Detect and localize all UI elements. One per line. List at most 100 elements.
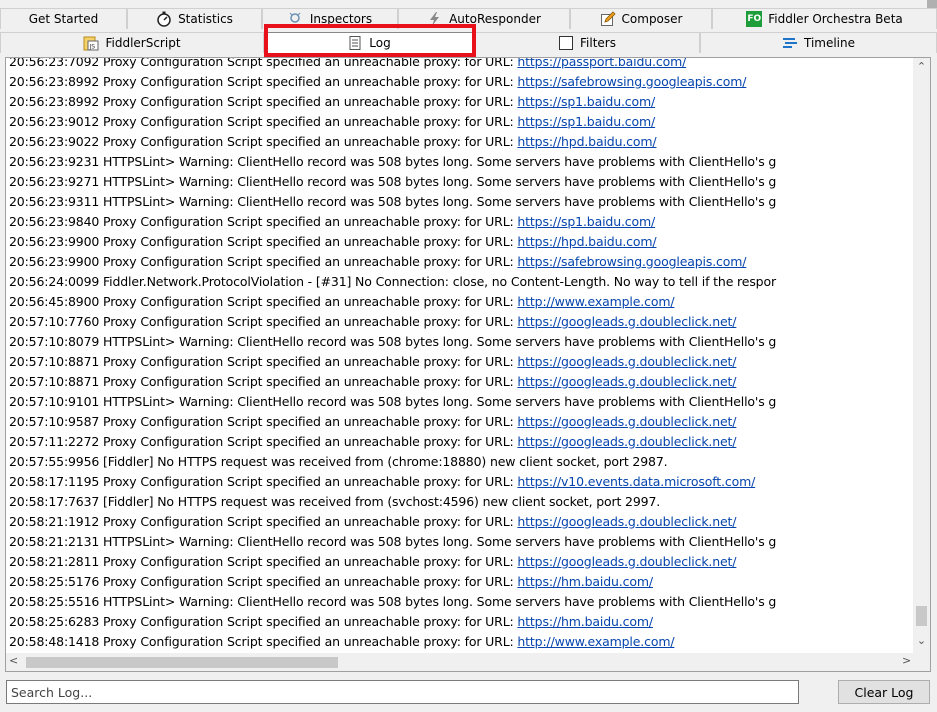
log-line-text: 20:57:10:8079 HTTPSLint> Warning: Client… [9,334,777,349]
tab-fiddler-orchestra[interactable]: FO Fiddler Orchestra Beta [712,8,937,29]
tab-label: Fiddler Orchestra Beta [768,12,903,26]
tab-label: Statistics [178,12,233,26]
log-line: 20:57:10:7760 Proxy Configuration Script… [9,312,909,332]
window-corner [927,0,937,8]
log-line: 20:56:23:9271 HTTPSLint> Warning: Client… [9,172,909,192]
tab-get-started[interactable]: Get Started [0,8,127,29]
tab-label: Log [369,36,391,50]
fo-icon: FO [746,11,763,27]
log-line: 20:56:23:9012 Proxy Configuration Script… [9,112,909,132]
log-line: 20:57:11:2272 Proxy Configuration Script… [9,432,909,452]
tab-label: Filters [580,36,616,50]
tab-label: FiddlerScript [105,36,181,50]
log-line-url[interactable]: https://sp1.baidu.com/ [517,94,655,109]
tab-timeline[interactable]: Timeline [700,32,937,53]
log-line-text: 20:56:23:9012 Proxy Configuration Script… [9,114,518,129]
scroll-down-icon[interactable]: ⌄ [913,634,930,651]
log-line: 20:56:45:8900 Proxy Configuration Script… [9,292,909,312]
log-line-text: 20:56:23:9900 Proxy Configuration Script… [9,234,518,249]
tab-row-secondary: JS FiddlerScript Log Filters Timeline [0,32,937,54]
tab-composer[interactable]: Composer [570,8,712,29]
log-line-text: 20:58:17:7637 [Fiddler] No HTTPS request… [9,494,661,509]
vertical-scrollbar[interactable]: ⌃ ⌄ [913,58,930,653]
log-line-url[interactable]: https://passport.baidu.com/ [517,58,686,69]
log-line-url[interactable]: https://googleads.g.doubleclick.net/ [517,554,736,569]
log-line: 20:57:10:9101 HTTPSLint> Warning: Client… [9,392,909,412]
tab-label: Inspectors [309,12,373,26]
scroll-right-icon[interactable]: > [902,654,916,670]
log-line-url[interactable]: http://www.example.com/ [517,294,674,309]
horizontal-scrollbar[interactable]: < > [6,653,930,671]
log-line-url[interactable]: https://safebrowsing.googleapis.com/ [517,74,746,89]
tab-label: Timeline [803,36,856,50]
clear-log-button[interactable]: Clear Log [838,680,930,704]
log-line: 20:56:23:8992 Proxy Configuration Script… [9,92,909,112]
log-line-text: 20:58:48:1418 Proxy Configuration Script… [9,634,518,649]
tab-autoresponder[interactable]: AutoResponder [398,8,570,29]
tab-filters[interactable]: Filters [474,32,700,53]
log-line-url[interactable]: https://googleads.g.doubleclick.net/ [517,514,736,529]
log-line-text: 20:56:23:7092 Proxy Configuration Script… [9,57,518,69]
log-line-text: 20:58:17:1195 Proxy Configuration Script… [9,474,518,489]
scroll-up-icon[interactable]: ⌃ [913,60,930,77]
tab-row-primary: Get Started Statistics Inspectors AutoRe… [0,8,937,30]
inspectors-icon [288,11,304,27]
log-line-text: 20:57:10:9587 Proxy Configuration Script… [9,414,518,429]
log-line-url[interactable]: https://hpd.baidu.com/ [517,234,656,249]
checkbox-icon [558,35,574,51]
search-log-input[interactable] [6,680,799,704]
log-line: 20:56:23:8992 Proxy Configuration Script… [9,72,909,92]
timeline-icon [782,35,798,51]
stopwatch-icon [156,11,172,27]
log-line-url[interactable]: https://hm.baidu.com/ [517,614,653,629]
log-line-text: 20:56:23:8992 Proxy Configuration Script… [9,74,518,89]
log-line-url[interactable]: https://googleads.g.doubleclick.net/ [517,354,736,369]
tab-inspectors[interactable]: Inspectors [262,8,398,29]
log-line-text: 20:56:23:9271 HTTPSLint> Warning: Client… [9,174,777,189]
log-line: 20:56:23:9022 Proxy Configuration Script… [9,132,909,152]
tab-log[interactable]: Log [264,32,474,53]
log-line: 20:58:17:1195 Proxy Configuration Script… [9,472,909,492]
log-line-text: 20:56:23:9311 HTTPSLint> Warning: Client… [9,194,777,209]
tab-fiddlerscript[interactable]: JS FiddlerScript [0,32,264,53]
log-line: 20:56:23:7092 Proxy Configuration Script… [9,57,909,72]
log-line-url[interactable]: https://hpd.baidu.com/ [517,134,656,149]
tab-label: Get Started [28,12,99,26]
log-line-text: 20:56:23:9231 HTTPSLint> Warning: Client… [9,154,777,169]
log-textarea[interactable]: 20:56:23:7092 Proxy Configuration Script… [5,57,931,672]
tab-statistics[interactable]: Statistics [127,8,262,29]
scroll-left-icon[interactable]: < [9,654,23,670]
log-line: 20:58:48:1418 Proxy Configuration Script… [9,632,909,652]
log-line: 20:56:23:9231 HTTPSLint> Warning: Client… [9,152,909,172]
log-line-text: 20:56:23:9022 Proxy Configuration Script… [9,134,518,149]
log-line-url[interactable]: https://googleads.g.doubleclick.net/ [517,414,736,429]
log-line-url[interactable]: https://v10.events.data.microsoft.com/ [517,474,755,489]
log-line-url[interactable]: https://googleads.g.doubleclick.net/ [517,434,736,449]
log-line-url[interactable]: https://googleads.g.doubleclick.net/ [517,314,736,329]
lightning-icon [427,11,443,27]
log-line-text: 20:58:21:1912 Proxy Configuration Script… [9,514,518,529]
log-line-url[interactable]: https://sp1.baidu.com/ [517,214,655,229]
log-line-text: 20:58:25:6283 Proxy Configuration Script… [9,614,518,629]
vertical-scroll-thumb[interactable] [916,606,927,626]
log-line: 20:58:17:7637 [Fiddler] No HTTPS request… [9,492,909,512]
document-icon [347,35,363,51]
horizontal-scroll-thumb[interactable] [26,657,338,668]
log-line-url[interactable]: https://safebrowsing.googleapis.com/ [517,254,746,269]
pencil-icon [600,11,616,27]
log-lines: 20:56:23:7092 Proxy Configuration Script… [9,57,909,652]
log-line: 20:58:25:5516 HTTPSLint> Warning: Client… [9,592,909,612]
js-icon: JS [83,35,99,51]
log-line: 20:58:21:2811 Proxy Configuration Script… [9,552,909,572]
log-line-url[interactable]: https://sp1.baidu.com/ [517,114,655,129]
log-line-text: 20:58:25:5516 HTTPSLint> Warning: Client… [9,594,777,609]
log-line-url[interactable]: https://hm.baidu.com/ [517,574,653,589]
log-line: 20:58:25:6283 Proxy Configuration Script… [9,612,909,632]
log-line-url[interactable]: https://googleads.g.doubleclick.net/ [517,374,736,389]
log-line: 20:58:21:1912 Proxy Configuration Script… [9,512,909,532]
log-line: 20:56:23:9311 HTTPSLint> Warning: Client… [9,192,909,212]
log-line: 20:56:23:9900 Proxy Configuration Script… [9,252,909,272]
tab-label: Composer [621,12,683,26]
tab-label: AutoResponder [449,12,541,26]
log-line-url[interactable]: http://www.example.com/ [517,634,674,649]
